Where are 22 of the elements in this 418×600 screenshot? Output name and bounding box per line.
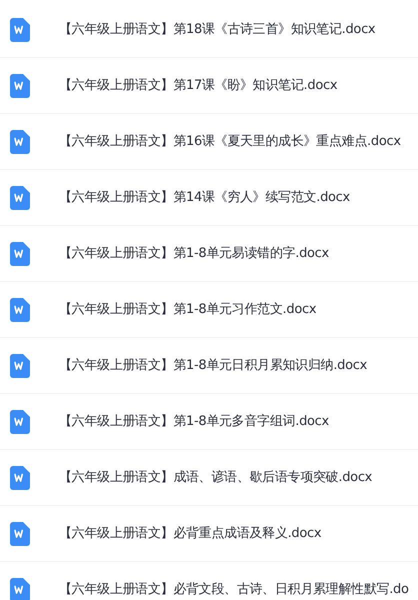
word-file-icon	[10, 298, 30, 322]
word-file-icon	[10, 74, 30, 98]
word-file-icon	[10, 18, 30, 42]
word-file-icon	[10, 186, 30, 210]
word-file-icon	[10, 130, 30, 154]
file-name[interactable]: 【六年级上册语文】第1-8单元习作范文.docx	[59, 300, 316, 320]
word-file-icon	[10, 578, 30, 600]
word-file-icon	[10, 354, 30, 378]
word-file-icon	[10, 410, 30, 434]
word-file-icon	[10, 466, 30, 490]
file-name[interactable]: 【六年级上册语文】必背文段、古诗、日积月累理解性默写.do	[59, 580, 409, 600]
file-name[interactable]: 【六年级上册语文】第14课《穷人》续写范文.docx	[59, 188, 350, 208]
word-file-icon	[10, 522, 30, 546]
file-name[interactable]: 【六年级上册语文】第1-8单元日积月累知识归纳.docx	[59, 356, 368, 376]
file-name[interactable]: 【六年级上册语文】必背重点成语及释义.docx	[59, 524, 322, 544]
file-name[interactable]: 【六年级上册语文】第18课《古诗三首》知识笔记.docx	[59, 20, 376, 40]
file-name[interactable]: 【六年级上册语文】成语、谚语、歇后语专项突破.docx	[59, 468, 372, 488]
file-name[interactable]: 【六年级上册语文】第1-8单元易读错的字.docx	[59, 244, 329, 264]
file-name[interactable]: 【六年级上册语文】第17课《盼》知识笔记.docx	[59, 76, 338, 96]
file-name[interactable]: 【六年级上册语文】第1-8单元多音字组词.docx	[59, 412, 329, 432]
word-file-icon	[10, 242, 30, 266]
file-name[interactable]: 【六年级上册语文】第16课《夏天里的成长》重点难点.docx	[59, 132, 401, 152]
